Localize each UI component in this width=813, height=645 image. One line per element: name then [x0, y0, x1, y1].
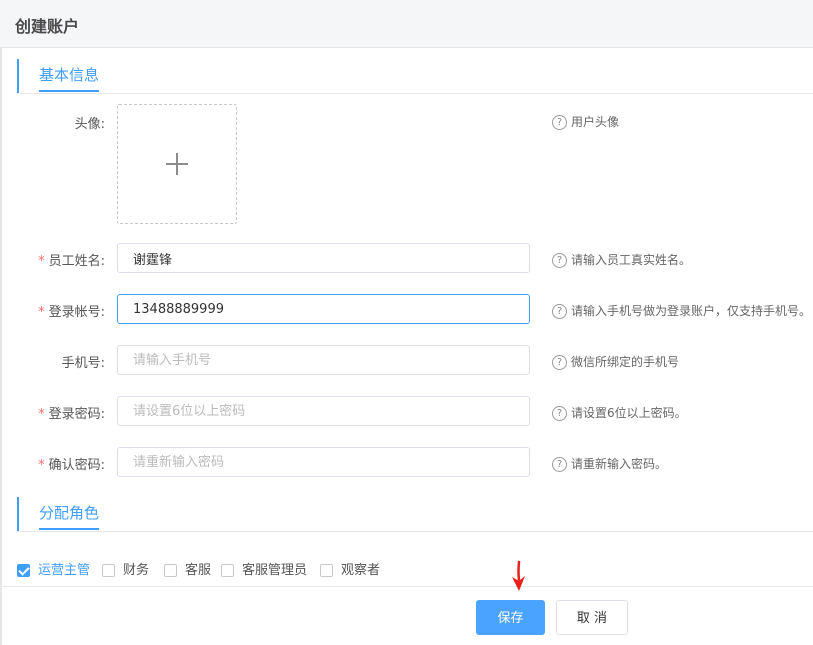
dialog-title: 创建账户 — [15, 17, 80, 36]
required-mark: * — [38, 458, 45, 473]
section-accent-bar — [17, 59, 19, 93]
checkbox-checked-icon — [17, 564, 30, 577]
required-mark: * — [38, 305, 45, 320]
confirm-password-hint: ? 请重新输入密码。 — [552, 455, 667, 472]
footer-divider — [0, 586, 813, 587]
role-checkbox-operations-manager[interactable]: 运营主管 — [17, 559, 90, 578]
password-label: * 登录密码: — [38, 407, 105, 422]
required-mark: * — [38, 407, 45, 422]
phone-label: 手机号: — [61, 356, 105, 371]
phone-hint: ? 微信所绑定的手机号 — [552, 353, 679, 370]
dialog-left-border — [0, 47, 2, 645]
section-accent-bar — [17, 497, 19, 531]
cancel-button[interactable]: 取 消 — [556, 600, 628, 635]
name-label: * 员工姓名: — [38, 254, 105, 269]
section-basic-info: 基本信息 — [17, 59, 813, 94]
password-input[interactable] — [117, 396, 530, 426]
required-mark: * — [38, 254, 45, 269]
account-label: * 登录帐号: — [38, 305, 105, 320]
role-checkbox-customer-service[interactable]: 客服 — [164, 559, 211, 578]
password-hint: ? 请设置6位以上密码。 — [552, 404, 687, 421]
checkbox-icon — [164, 564, 177, 577]
question-circle-icon: ? — [552, 253, 567, 268]
section-title-roles: 分配角色 — [39, 502, 100, 530]
section-roles: 分配角色 — [17, 497, 813, 532]
checkbox-icon — [320, 564, 333, 577]
confirm-password-input[interactable] — [117, 447, 530, 477]
phone-input[interactable] — [117, 345, 530, 375]
save-button[interactable]: 保存 — [476, 600, 545, 635]
question-circle-icon: ? — [552, 457, 567, 472]
account-hint: ? 请输入手机号做为登录账户，仅支持手机号。 — [552, 302, 811, 319]
avatar-hint: ? 用户头像 — [552, 113, 619, 130]
role-checkbox-observer[interactable]: 观察者 — [320, 559, 380, 578]
role-checkbox-cs-admin[interactable]: 客服管理员 — [221, 559, 307, 578]
name-hint: ? 请输入员工真实姓名。 — [552, 251, 691, 268]
role-checkbox-finance[interactable]: 财务 — [102, 559, 149, 578]
question-circle-icon: ? — [552, 304, 567, 319]
checkbox-icon — [102, 564, 115, 577]
avatar-upload[interactable] — [117, 104, 237, 224]
checkbox-icon — [221, 564, 234, 577]
question-circle-icon: ? — [552, 355, 567, 370]
account-input[interactable] — [117, 294, 530, 324]
question-circle-icon: ? — [552, 406, 567, 421]
question-circle-icon: ? — [552, 115, 567, 130]
red-arrow-down-icon — [512, 560, 525, 591]
name-input[interactable] — [117, 243, 530, 273]
section-title-basic: 基本信息 — [39, 64, 100, 92]
dialog-header: 创建账户 — [0, 0, 813, 48]
avatar-label: 头像: — [74, 117, 105, 132]
confirm-password-label: * 确认密码: — [38, 458, 105, 473]
